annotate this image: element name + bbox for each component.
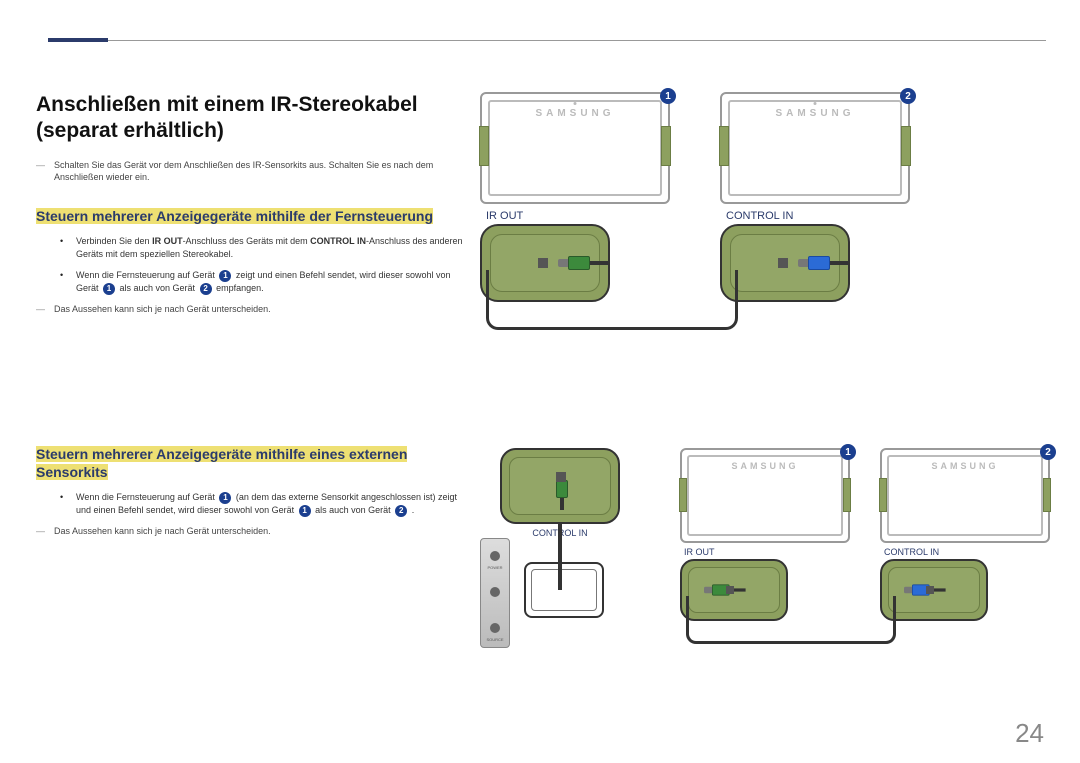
top-rule <box>48 40 1046 41</box>
badge-1-icon: 1 <box>219 492 231 504</box>
sensor-control-in-port <box>500 448 620 524</box>
section1-note: Das Aussehen kann sich je nach Gerät unt… <box>36 303 466 315</box>
control-in-label: CONTROL IN <box>884 547 1050 557</box>
section1-heading: Steuern mehrerer Anzeigegeräte mithilfe … <box>36 207 466 225</box>
ir-out-label: IR OUT <box>684 547 850 557</box>
monitor-2: SAMSUNG 2 CONTROL IN <box>880 448 1050 621</box>
badge-1-icon: 1 <box>103 283 115 295</box>
intro-note: Schalten Sie das Gerät vor dem Anschließ… <box>36 159 466 183</box>
section2-note: Das Aussehen kann sich je nach Gerät unt… <box>36 525 466 537</box>
badge-1-icon: 1 <box>660 88 676 104</box>
left-column: Anschließen mit einem IR-Stereokabel (se… <box>36 92 466 333</box>
badge-1-icon: 1 <box>840 444 856 460</box>
ir-out-label: IR OUT <box>486 210 670 222</box>
badge-2-icon: 2 <box>1040 444 1056 460</box>
section1-bullet1: Verbinden Sie den IR OUT-Anschluss des G… <box>36 235 466 261</box>
monitor-brand-label: SAMSUNG <box>682 461 848 471</box>
badge-2-icon: 2 <box>200 283 212 295</box>
monitor-brand-label: SAMSUNG <box>722 108 908 119</box>
control-in-label: CONTROL IN <box>726 210 910 222</box>
cable-icon <box>558 564 562 590</box>
page-number: 24 <box>1015 718 1044 749</box>
cable-icon <box>558 522 562 564</box>
monitor-brand-label: SAMSUNG <box>882 461 1048 471</box>
monitor-2: SAMSUNG 2 CONTROL IN <box>720 92 910 302</box>
plug-green-icon <box>568 256 608 270</box>
section2-text: Steuern mehrerer Anzeigegeräte mithilfe … <box>36 445 466 556</box>
badge-2-icon: 2 <box>900 88 916 104</box>
remote-control-icon: POWER SOURCE <box>480 538 510 648</box>
control-in-port <box>720 224 850 302</box>
section1-bullet2: Wenn die Fernsteuerung auf Gerät 1 zeigt… <box>36 269 466 295</box>
plug-green-icon <box>556 480 568 510</box>
cable-icon <box>686 596 896 644</box>
diagram-section1: SAMSUNG 1 IR OUT SAMSUNG 2 CON <box>480 92 1046 302</box>
cable-icon <box>486 270 738 330</box>
badge-2-icon: 2 <box>395 505 407 517</box>
section2-bullet1: Wenn die Fernsteuerung auf Gerät 1 (an d… <box>36 491 466 517</box>
control-in-port <box>880 559 988 621</box>
badge-1-icon: 1 <box>299 505 311 517</box>
ir-receiver-icon <box>524 562 604 618</box>
top-accent-bar <box>48 38 108 42</box>
monitor-brand-label: SAMSUNG <box>482 108 668 119</box>
plug-blue-icon <box>808 256 848 270</box>
badge-1-icon: 1 <box>219 270 231 282</box>
page-title: Anschließen mit einem IR-Stereokabel (se… <box>36 92 466 145</box>
section2-heading: Steuern mehrerer Anzeigegeräte mithilfe … <box>36 445 466 481</box>
